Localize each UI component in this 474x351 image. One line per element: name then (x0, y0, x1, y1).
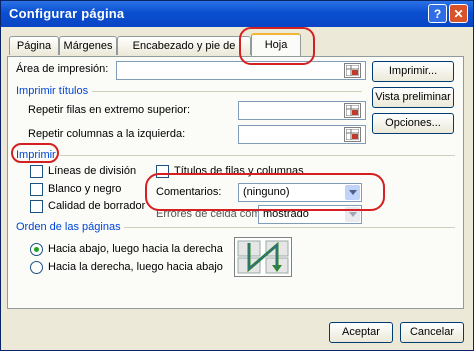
tab-encabezado[interactable]: Encabezado y pie de página (117, 36, 251, 70)
tab-margenes[interactable]: Márgenes (59, 36, 117, 55)
title-bar[interactable]: Configurar página ? ✕ (1, 1, 473, 27)
print-area-input[interactable] (116, 61, 366, 80)
tab-hoja[interactable]: Hoja (251, 33, 301, 56)
close-button[interactable]: ✕ (449, 4, 468, 23)
group-divider (60, 155, 455, 156)
black-white-label: Blanco y negro (48, 183, 122, 195)
help-button[interactable]: ? (428, 4, 447, 23)
down-then-over-radio[interactable] (30, 243, 43, 256)
print-titles-group-title: Imprimir títulos (16, 85, 89, 97)
draft-quality-label: Calidad de borrador (48, 200, 146, 212)
group-divider (124, 227, 455, 228)
page-setup-dialog: Configurar página ? ✕ Página Márgenes En… (0, 0, 474, 351)
tab-pagina[interactable]: Página (9, 36, 59, 55)
gridlines-checkbox[interactable] (30, 165, 43, 178)
ok-button[interactable]: Aceptar (329, 322, 393, 343)
print-highlight-annotation (11, 143, 59, 163)
options-button[interactable]: Opciones... (372, 113, 454, 134)
cancel-button[interactable]: Cancelar (400, 322, 464, 343)
print-area-picker-icon[interactable] (344, 63, 361, 78)
black-white-checkbox[interactable] (30, 183, 43, 196)
print-preview-button[interactable]: Vista preliminar (372, 87, 454, 108)
window-title: Configurar página (9, 6, 125, 21)
gridlines-label: Líneas de división (48, 165, 137, 177)
repeat-cols-picker-icon[interactable] (344, 127, 361, 142)
page-order-preview-icon (234, 237, 292, 277)
group-divider (92, 91, 362, 92)
comments-highlight-annotation (145, 173, 385, 211)
over-then-down-label: Hacia la derecha, luego hacia abajo (48, 261, 223, 273)
repeat-rows-picker-icon[interactable] (344, 103, 361, 118)
over-then-down-radio[interactable] (30, 261, 43, 274)
down-then-over-label: Hacia abajo, luego hacia la derecha (48, 243, 223, 255)
print-button[interactable]: Imprimir... (372, 61, 454, 82)
draft-quality-checkbox[interactable] (30, 200, 43, 213)
print-area-label: Área de impresión: (16, 63, 109, 75)
repeat-cols-label: Repetir columnas a la izquierda: (28, 128, 186, 140)
page-order-group-title: Orden de las páginas (16, 221, 121, 233)
repeat-rows-label: Repetir filas en extremo superior: (28, 104, 191, 116)
